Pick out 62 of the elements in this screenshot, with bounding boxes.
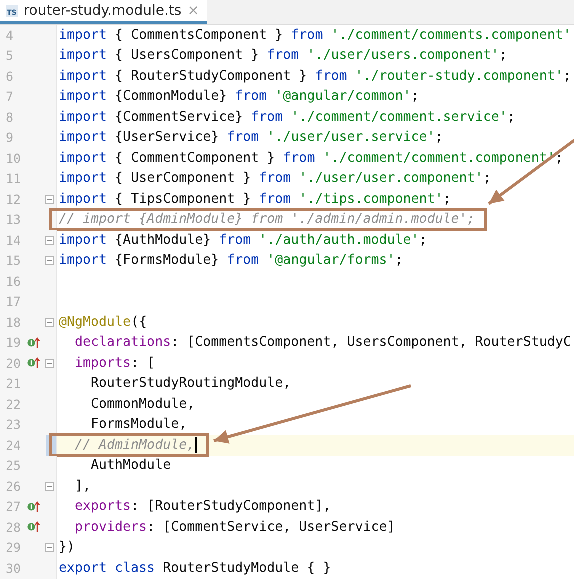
code-line: import {UserService} from './user/user.service'; — [59, 130, 444, 146]
fold-icon[interactable] — [45, 194, 54, 204]
fold-icon[interactable] — [45, 236, 54, 245]
implementation-marker-icon[interactable] — [27, 336, 42, 349]
line-number: 8 — [5, 110, 15, 125]
line-number: 17 — [5, 294, 22, 310]
line-number: 26 — [5, 478, 22, 494]
implementation-marker-icon[interactable] — [27, 521, 42, 534]
line-number: 19 — [5, 335, 22, 350]
line-number: 30 — [5, 560, 22, 576]
implementation-marker-icon[interactable] — [27, 357, 42, 370]
line-number: 11 — [5, 171, 22, 186]
code-line: CommonModule, — [90, 396, 196, 412]
code-line: import { UserComponent } from './user/user.component'; — [59, 171, 492, 186]
code-line: }) — [59, 540, 76, 556]
code-line: import { RouterStudyComponent } from './router-study.component'; — [59, 68, 572, 84]
line-number: 24 — [5, 438, 22, 453]
line-number: 27 — [5, 499, 22, 514]
line-number: 16 — [5, 274, 22, 289]
line-number: 14 — [5, 232, 22, 248]
line-number: 28 — [5, 520, 22, 535]
code-line: RouterStudyRoutingModule, — [90, 376, 292, 392]
line-number: 13 — [5, 212, 22, 228]
code-line: export class RouterStudyModule { } — [59, 560, 332, 576]
code-line: import { CommentsComponent } from './comment/comments.component' — [59, 28, 572, 43]
line-number: 29 — [5, 540, 22, 556]
code-line: exports: [RouterStudyComponent], — [74, 499, 332, 514]
code-line: AuthModule — [90, 458, 172, 474]
line-number: 12 — [5, 192, 22, 207]
fold-icon[interactable] — [45, 358, 54, 368]
line-number: 4 — [5, 28, 15, 43]
fold-icon[interactable] — [45, 256, 54, 266]
line-number: 10 — [5, 150, 22, 166]
fold-icon[interactable] — [45, 482, 54, 491]
line-number: 18 — [5, 314, 22, 330]
line-number: 23 — [5, 417, 22, 432]
code-line: providers: [CommentService, UserService] — [74, 520, 396, 535]
line-number: 5 — [5, 48, 15, 64]
code-line: ], — [74, 478, 92, 494]
code-line: import {AuthModule} from './auth/auth.module'; — [59, 232, 428, 248]
line-number: 15 — [5, 253, 22, 268]
fold-icon[interactable] — [45, 543, 54, 552]
line-number: 20 — [5, 356, 22, 371]
implementation-marker-icon[interactable] — [27, 500, 42, 513]
code-line: import {CommonModule} from '@angular/common'; — [59, 89, 420, 104]
code-line: import {FormsModule} from '@angular/forms'; — [59, 253, 404, 268]
code-line: import { TipsComponent } from './tips.component'; — [59, 192, 452, 207]
fold-icon[interactable] — [45, 318, 54, 327]
code-line: import {CommentService} from './comment/comment.service'; — [59, 110, 516, 125]
code-line: declarations: [CommentsComponent, UsersComponent, RouterStudyC — [74, 335, 572, 350]
code-line: // AdminModule, — [74, 438, 196, 453]
line-number: 7 — [5, 89, 15, 104]
code-line: // import {AdminModule} from './admin/admin.module'; — [59, 212, 476, 228]
code-line: FormsModule, — [90, 417, 188, 432]
line-number: 25 — [5, 458, 22, 474]
code-line: imports: [ — [74, 356, 156, 371]
line-number: 21 — [5, 376, 22, 392]
line-number: 9 — [5, 130, 15, 146]
line-number: 22 — [5, 396, 22, 412]
line-number: 6 — [5, 68, 15, 84]
code-line: import { UsersComponent } from './user/users.component'; — [59, 48, 508, 64]
code-line: @NgModule({ — [59, 314, 148, 330]
